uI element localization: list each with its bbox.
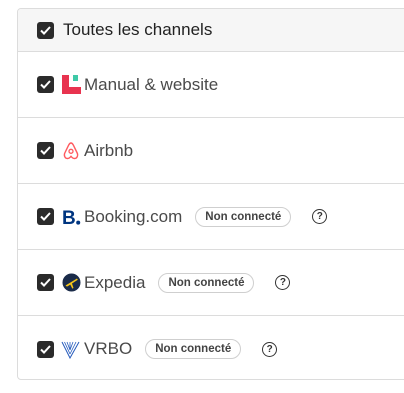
channel-row-expedia: Expedia Non connecté ? [18,250,404,316]
channel-name: Manual & website [84,74,219,94]
channel-row-manual-website: Manual & website [18,52,404,118]
status-badge: Non connecté [195,206,292,227]
help-icon[interactable]: ? [275,275,291,290]
channel-row-airbnb: Airbnb [18,118,404,184]
check-icon [40,212,51,221]
help-icon[interactable]: ? [312,209,328,224]
airbnb-checkbox[interactable] [37,142,54,159]
vrbo-logo-icon [61,339,81,359]
all-channels-header: Toutes les channels [18,9,404,52]
airbnb-logo-icon [61,141,81,161]
channel-row-vrbo: VRBO Non connecté ? [18,316,404,379]
vrbo-checkbox[interactable] [37,340,54,358]
channel-name: Booking.com [84,206,183,226]
booking-logo-icon: B [61,207,81,227]
check-icon [40,80,51,89]
svg-text:B: B [62,208,76,227]
help-icon[interactable]: ? [262,341,278,357]
channel-name: Airbnb [84,140,134,160]
channel-name: Expedia [84,272,146,292]
booking-checkbox[interactable] [37,208,54,225]
check-icon [40,146,51,155]
status-badge: Non connecté [145,339,242,359]
manual-website-logo-icon [61,75,81,95]
manual-website-checkbox[interactable] [37,76,54,93]
all-channels-label: Toutes les channels [63,20,213,39]
expedia-logo-icon [61,273,81,293]
all-channels-checkbox[interactable] [37,21,54,39]
channel-name: VRBO [84,339,133,358]
channels-panel: Toutes les channels Manual & website Air… [17,8,404,380]
check-icon [40,344,51,354]
status-badge: Non connecté [158,272,255,293]
check-icon [40,25,51,35]
channel-row-booking: B Booking.com Non connecté ? [18,184,404,250]
expedia-checkbox[interactable] [37,274,54,291]
check-icon [40,278,51,287]
